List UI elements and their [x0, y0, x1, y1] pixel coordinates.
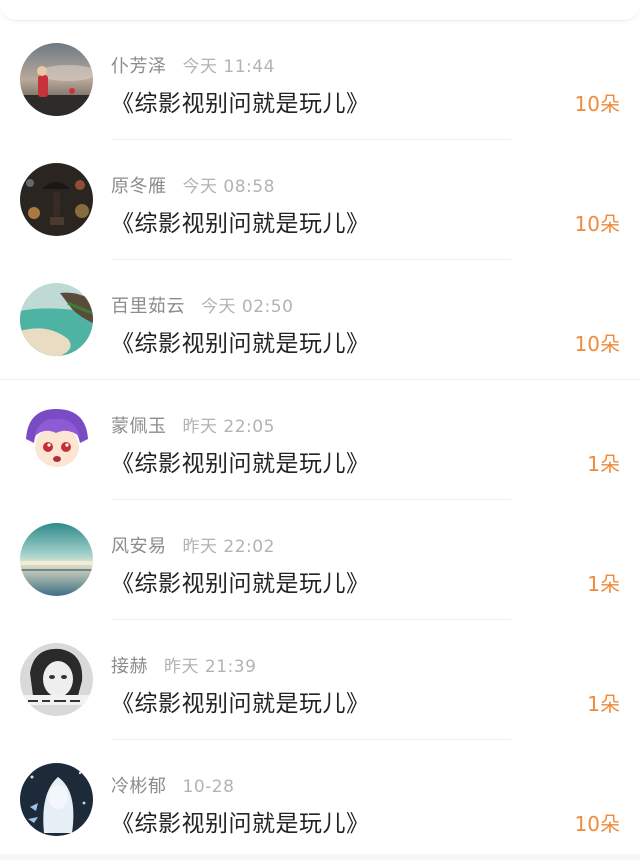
avatar[interactable]	[20, 523, 93, 596]
gift-amount: 1朵	[587, 692, 620, 716]
avatar[interactable]	[20, 403, 93, 476]
sender-name: 冷彬郁 10-28	[111, 772, 234, 798]
gift-title: 《综影视别问就是玩儿》	[111, 331, 370, 357]
sender-name: 风安易 昨天 22:02	[111, 532, 275, 558]
list-item[interactable]: 百里茹云 今天 02:50 《综影视别问就是玩儿》 10朵	[0, 260, 640, 380]
gift-record-list: 仆芳泽 今天 11:44 《综影视别问就是玩儿》 10朵 原冬雁 今天 08:5…	[0, 20, 640, 860]
sender-name: 原冬雁 今天 08:58	[111, 172, 275, 198]
gift-title: 《综影视别问就是玩儿》	[111, 811, 370, 837]
gift-amount: 1朵	[587, 572, 620, 596]
avatar[interactable]	[20, 43, 93, 116]
timestamp: 今天 11:44	[182, 57, 275, 77]
avatar[interactable]	[20, 763, 93, 836]
timestamp: 昨天 22:02	[182, 537, 275, 557]
sender-name-text: 风安易	[111, 536, 167, 557]
gift-title: 《综影视别问就是玩儿》	[111, 91, 370, 117]
timestamp: 10-28	[182, 777, 235, 797]
sender-name: 百里茹云 今天 02:50	[111, 292, 293, 318]
list-item[interactable]: 仆芳泽 今天 11:44 《综影视别问就是玩儿》 10朵	[0, 20, 640, 140]
avatar-beach-cliff-icon	[20, 283, 93, 356]
gift-amount: 1朵	[587, 452, 620, 476]
sender-name-text: 原冬雁	[111, 176, 167, 197]
avatar-anime-purple-hair-icon	[20, 403, 93, 476]
avatar[interactable]	[20, 163, 93, 236]
sender-name: 接赫 昨天 21:39	[111, 652, 256, 678]
sender-name-text: 百里茹云	[111, 296, 185, 317]
avatar-girl-balloon-icon	[20, 43, 93, 116]
timestamp: 昨天 21:39	[164, 657, 257, 677]
gift-title: 《综影视别问就是玩儿》	[111, 211, 370, 237]
list-item[interactable]: 蒙佩玉 昨天 22:05 《综影视别问就是玩儿》 1朵	[0, 380, 640, 500]
sender-name-text: 接赫	[111, 656, 148, 677]
gift-amount: 10朵	[574, 212, 620, 236]
avatar[interactable]	[20, 643, 93, 716]
gift-records-page: 仆芳泽 今天 11:44 《综影视别问就是玩儿》 10朵 原冬雁 今天 08:5…	[0, 0, 640, 854]
sender-name: 仆芳泽 今天 11:44	[111, 52, 275, 78]
gift-amount: 10朵	[574, 812, 620, 836]
avatar-umbrella-night-icon	[20, 163, 93, 236]
timestamp: 今天 08:58	[182, 177, 275, 197]
top-card-edge	[0, 0, 640, 21]
list-item[interactable]: 原冬雁 今天 08:58 《综影视别问就是玩儿》 10朵	[0, 140, 640, 260]
sender-name-text: 冷彬郁	[111, 776, 167, 797]
sender-name-text: 蒙佩玉	[111, 416, 167, 437]
avatar-girl-bw-icon	[20, 643, 93, 716]
avatar-white-hair-anime-icon	[20, 763, 93, 836]
gift-amount: 10朵	[574, 332, 620, 356]
avatar[interactable]	[20, 283, 93, 356]
avatar-sea-horizon-icon	[20, 523, 93, 596]
list-item[interactable]: 接赫 昨天 21:39 《综影视别问就是玩儿》 1朵	[0, 620, 640, 740]
sender-name-text: 仆芳泽	[111, 56, 167, 77]
list-item[interactable]: 冷彬郁 10-28 《综影视别问就是玩儿》 10朵	[0, 740, 640, 860]
gift-title: 《综影视别问就是玩儿》	[111, 571, 370, 597]
timestamp: 今天 02:50	[201, 297, 294, 317]
gift-amount: 10朵	[574, 92, 620, 116]
gift-title: 《综影视别问就是玩儿》	[111, 451, 370, 477]
sender-name: 蒙佩玉 昨天 22:05	[111, 412, 275, 438]
gift-title: 《综影视别问就是玩儿》	[111, 691, 370, 717]
timestamp: 昨天 22:05	[182, 417, 275, 437]
list-item[interactable]: 风安易 昨天 22:02 《综影视别问就是玩儿》 1朵	[0, 500, 640, 620]
